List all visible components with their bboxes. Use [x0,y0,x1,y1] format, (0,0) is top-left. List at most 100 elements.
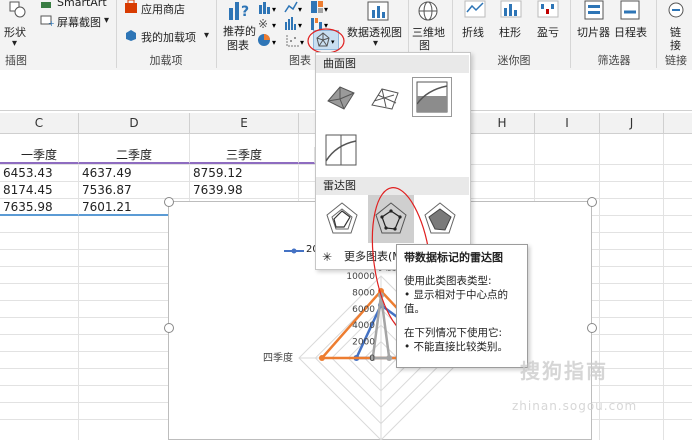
tooltip-text: • 不能直接比较类别。 [404,341,509,353]
column-header-d[interactable]: D [79,113,190,134]
area-chart-icon[interactable]: ▾ [286,33,308,47]
sparkline-column-icon[interactable] [500,0,522,18]
shapes-dropdown-icon[interactable]: ▾ [12,38,17,49]
tooltip-text: • 显示相对于中心点的值。 [404,289,509,315]
pie-chart-icon[interactable]: ▾ [258,33,280,47]
watermark-text: 搜狗指南 [520,359,608,383]
column-header-h[interactable]: H [470,113,535,134]
timeline-icon[interactable] [619,0,641,20]
my-addins-dropdown-icon[interactable]: ▾ [204,30,209,41]
chart-resize-handle[interactable] [587,197,597,207]
table-cell[interactable]: 4637.49 [79,165,190,182]
column-header-j[interactable]: J [600,113,664,134]
radar-chart-option[interactable] [322,199,362,239]
radar-category-label: 四季度 [263,351,293,364]
cell-c-header[interactable]: 一季度 [0,147,79,164]
svg-text:※: ※ [258,17,268,30]
cell-f-header[interactable] [299,147,315,164]
column-header-c[interactable]: C [0,113,79,134]
chart-group-label: 图表 [289,54,311,67]
table-cell[interactable]: 7601.21 [79,199,169,216]
globe-icon[interactable] [417,0,439,22]
separator [116,0,117,68]
link-icon[interactable] [666,0,686,20]
sparkline-winloss-icon[interactable] [537,0,559,18]
3d-map-label-2[interactable]: 图 [419,37,430,53]
filter-group-label: 筛选器 [597,54,631,67]
more-charts-icon: ✳ [322,250,333,264]
cell-e-header[interactable]: 三季度 [190,147,299,164]
sparkline-line-icon[interactable] [464,0,486,18]
radar-data-point [318,355,325,361]
timeline-button[interactable]: 日程表 [614,24,647,40]
slicer-icon[interactable] [583,0,605,20]
separator [216,0,217,68]
sparkline-winloss-button[interactable]: 盈亏 [537,24,559,40]
smartart-button[interactable]: SmartArt [57,0,107,9]
chart-resize-handle[interactable] [587,323,597,333]
svg-text:▾: ▾ [272,38,276,47]
sparkline-column-button[interactable]: 柱形 [499,24,521,40]
scatter-chart-icon[interactable]: ※ ▾ [258,16,280,31]
store-icon [124,0,138,14]
svg-text:▾: ▾ [298,21,302,30]
link-group-label: 链接 [665,54,687,67]
recommended-charts-icon[interactable]: ? [226,0,252,22]
svg-text:?: ? [241,4,249,20]
svg-text:▾: ▾ [300,38,304,47]
separator [656,0,657,68]
table-cell[interactable]: 6453.43 [0,165,79,182]
3d-surface-chart-option[interactable] [322,77,362,117]
gridline [599,134,600,440]
gridline [663,134,664,440]
link-label-2[interactable]: 接 [670,37,681,53]
watermark-url: zhinan.sogou.com [512,399,638,413]
chart-resize-handle[interactable] [164,323,174,333]
store-button[interactable]: 应用商店 [141,1,185,17]
table-cell[interactable]: 8174.45 [0,182,79,199]
contour-chart-option[interactable] [412,77,452,117]
table-cell[interactable]: 7639.98 [190,182,299,199]
sparkline-group-label: 迷你图 [497,54,531,67]
screenshot-icon: + [40,14,55,28]
column-chart-icon[interactable]: ▾ [258,0,280,14]
table-cell[interactable]: 7635.98 [0,199,79,216]
column-header-e[interactable]: E [190,113,299,134]
recommended-charts-label-2[interactable]: 图表 [227,37,249,53]
svg-text:▾: ▾ [324,5,328,14]
insert-group-label: 插图 [5,54,27,67]
wireframe-contour-option[interactable] [322,131,362,171]
hierarchy-chart-icon[interactable]: ▾ [310,0,332,14]
cell-d-header[interactable]: 二季度 [79,147,190,164]
smartart-icon [40,0,54,8]
chart-type-tooltip: 带数据标记的雷达图 使用此类图表类型: • 显示相对于中心点的值。 在下列情况下… [396,244,528,368]
my-addins-button[interactable]: 我的加载项 [141,29,196,45]
statistic-chart-icon[interactable]: ▾ [284,16,306,30]
separator [570,0,571,68]
column-header-k[interactable] [664,113,692,134]
screenshot-dropdown-icon[interactable]: ▾ [104,15,109,26]
svg-text:▾: ▾ [298,5,302,14]
tooltip-text: 使用此类图表类型: [404,275,492,287]
pivot-chart-icon[interactable] [366,0,390,22]
line-chart-icon[interactable]: ▾ [284,0,306,14]
radar-data-point [386,355,393,361]
screenshot-button[interactable]: 屏幕截图 [57,14,101,30]
wireframe-3d-surface-option[interactable] [366,77,406,117]
svg-text:▾: ▾ [272,5,276,14]
svg-text:▾: ▾ [272,21,276,30]
tooltip-title: 带数据标记的雷达图 [404,251,503,264]
table-cell[interactable]: 8759.12 [190,165,299,182]
slicer-button[interactable]: 切片器 [577,24,610,40]
radar-tick-label: 0 [369,354,375,364]
sparkline-line-button[interactable]: 折线 [462,24,484,40]
pivot-chart-dropdown-icon[interactable]: ▾ [373,38,378,49]
surface-section-header: 曲面图 [316,55,469,73]
shapes-icon[interactable] [8,0,26,18]
chart-resize-handle[interactable] [164,197,174,207]
svg-text:+: + [48,19,54,26]
addins-group-label: 加载项 [149,54,183,67]
column-header-i[interactable]: I [535,113,600,134]
table-cell[interactable]: 7536.87 [79,182,190,199]
my-addins-icon [124,28,138,42]
